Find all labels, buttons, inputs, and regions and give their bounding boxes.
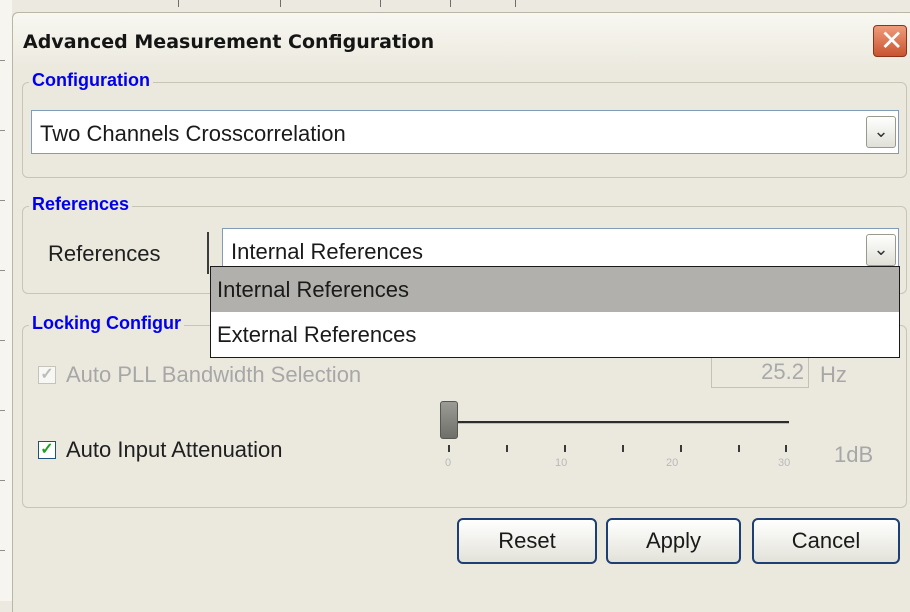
locking-legend: Locking Configur	[29, 313, 184, 334]
cancel-button[interactable]: Cancel	[752, 518, 900, 564]
pll-bandwidth-value: 25.2	[761, 359, 804, 384]
configuration-select[interactable]: Two Channels Crosscorrelation ⌄	[31, 110, 899, 154]
axis-tick	[0, 270, 5, 271]
check-icon: ✓	[40, 366, 54, 383]
dialog-title: Advanced Measurement Configuration	[23, 31, 435, 53]
slider-tick	[506, 445, 508, 452]
references-label: References	[48, 241, 161, 266]
axis-tick	[450, 0, 451, 7]
label-separator	[207, 232, 209, 274]
close-icon: ✕	[880, 24, 904, 57]
axis-tick	[0, 60, 5, 61]
close-button[interactable]: ✕	[873, 25, 907, 57]
pll-bandwidth-unit: Hz	[820, 362, 847, 387]
title-bar[interactable]: Advanced Measurement Configuration ✕	[13, 13, 910, 71]
axis-tick	[0, 200, 5, 201]
apply-button[interactable]: Apply	[606, 518, 741, 564]
slider-tick	[785, 445, 787, 452]
axis-tick	[0, 340, 5, 341]
axis-tick	[0, 410, 5, 411]
axis-tick	[380, 0, 381, 7]
attenuation-value: 1dB	[834, 442, 874, 467]
auto-pll-checkbox[interactable]: ✓	[38, 366, 56, 384]
references-select-value: Internal References	[231, 239, 423, 264]
auto-input-attenuation-label: Auto Input Attenuation	[66, 437, 283, 462]
configuration-legend: Configuration	[29, 70, 153, 91]
slider-tick	[622, 445, 624, 452]
axis-tick	[0, 480, 5, 481]
axis-tick	[515, 0, 516, 7]
axis-tick	[0, 130, 5, 131]
reset-button[interactable]: Reset	[457, 518, 597, 564]
auto-input-attenuation-checkbox[interactable]: ✓	[38, 441, 56, 459]
slider-tick-label: 30	[778, 457, 791, 469]
attenuation-slider-thumb[interactable]	[440, 401, 458, 439]
slider-tick-label: 0	[445, 457, 452, 469]
axis-tick	[178, 0, 179, 7]
slider-tick	[738, 445, 740, 452]
dropdown-option-internal[interactable]: Internal References	[211, 267, 899, 312]
axis-tick	[0, 550, 5, 551]
references-legend: References	[29, 194, 133, 215]
slider-tick-label: 20	[666, 457, 679, 469]
auto-pll-label: Auto PLL Bandwidth Selection	[66, 362, 362, 387]
chevron-down-icon[interactable]: ⌄	[866, 234, 896, 266]
slider-tick	[564, 445, 566, 452]
slider-tick	[680, 445, 682, 452]
axis-tick	[280, 0, 281, 7]
dropdown-option-external[interactable]: External References	[211, 312, 899, 357]
check-icon: ✓	[40, 441, 54, 458]
references-dropdown-list: Internal References External References	[210, 266, 900, 358]
background-strip	[0, 0, 12, 601]
slider-tick	[448, 445, 450, 452]
attenuation-slider-track[interactable]	[441, 421, 789, 423]
slider-tick-label: 10	[555, 457, 568, 469]
configuration-select-value: Two Channels Crosscorrelation	[40, 121, 346, 146]
chevron-down-icon[interactable]: ⌄	[866, 116, 896, 148]
